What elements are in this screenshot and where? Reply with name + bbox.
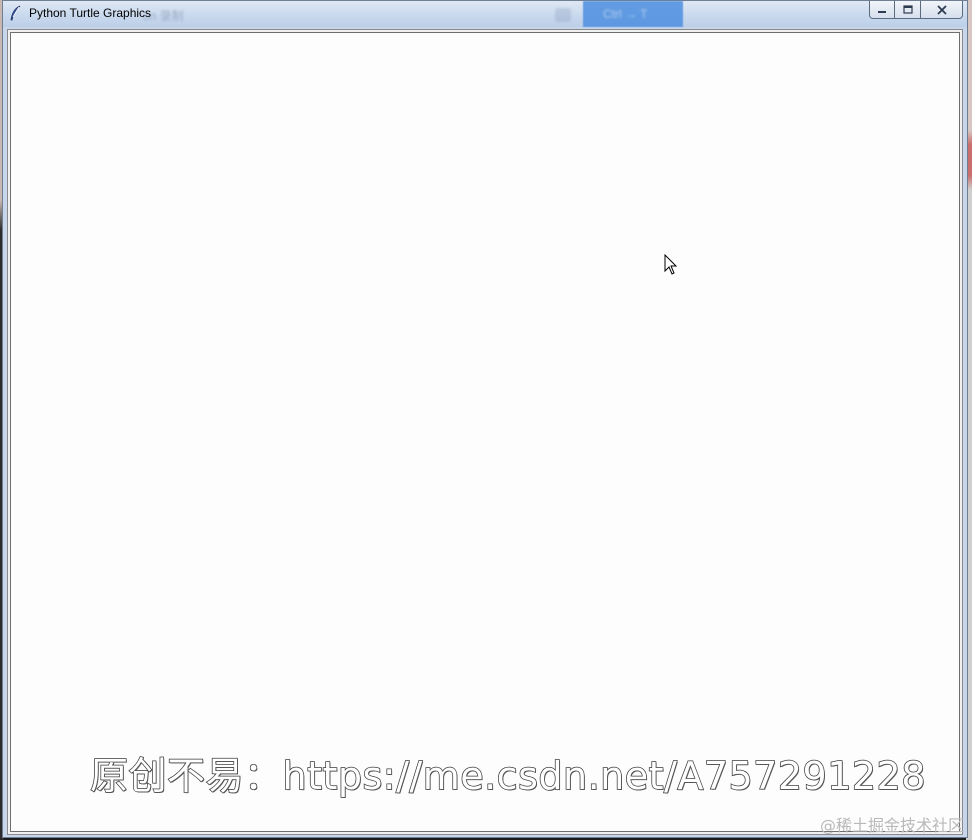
background-window-ghost-button-label: Ctrl → T bbox=[603, 7, 648, 21]
turtle-canvas[interactable] bbox=[10, 32, 960, 832]
window-client-area bbox=[7, 29, 963, 835]
juejin-watermark: @稀土掘金技术社区 bbox=[819, 816, 964, 835]
minimize-icon bbox=[877, 6, 887, 14]
screen: on 录制 Ctrl → T Python Turtle Graphics 原创… bbox=[0, 0, 972, 840]
background-window-ghost-icon bbox=[555, 8, 571, 22]
csdn-watermark: 原创不易：https://me.csdn.net/A757291228 bbox=[89, 753, 926, 799]
title-bar[interactable]: on 录制 Ctrl → T Python Turtle Graphics bbox=[3, 1, 967, 27]
background-window-ghost-button: Ctrl → T bbox=[583, 1, 683, 27]
arrow-cursor-icon bbox=[664, 253, 678, 276]
window-controls bbox=[869, 1, 963, 21]
maximize-button[interactable] bbox=[895, 1, 921, 19]
maximize-icon bbox=[902, 5, 913, 14]
window-title: Python Turtle Graphics bbox=[29, 6, 152, 20]
close-icon bbox=[936, 4, 947, 15]
close-button[interactable] bbox=[921, 1, 963, 19]
turtle-window: on 录制 Ctrl → T Python Turtle Graphics bbox=[2, 0, 968, 838]
minimize-button[interactable] bbox=[869, 1, 895, 19]
feather-icon[interactable] bbox=[9, 5, 23, 21]
